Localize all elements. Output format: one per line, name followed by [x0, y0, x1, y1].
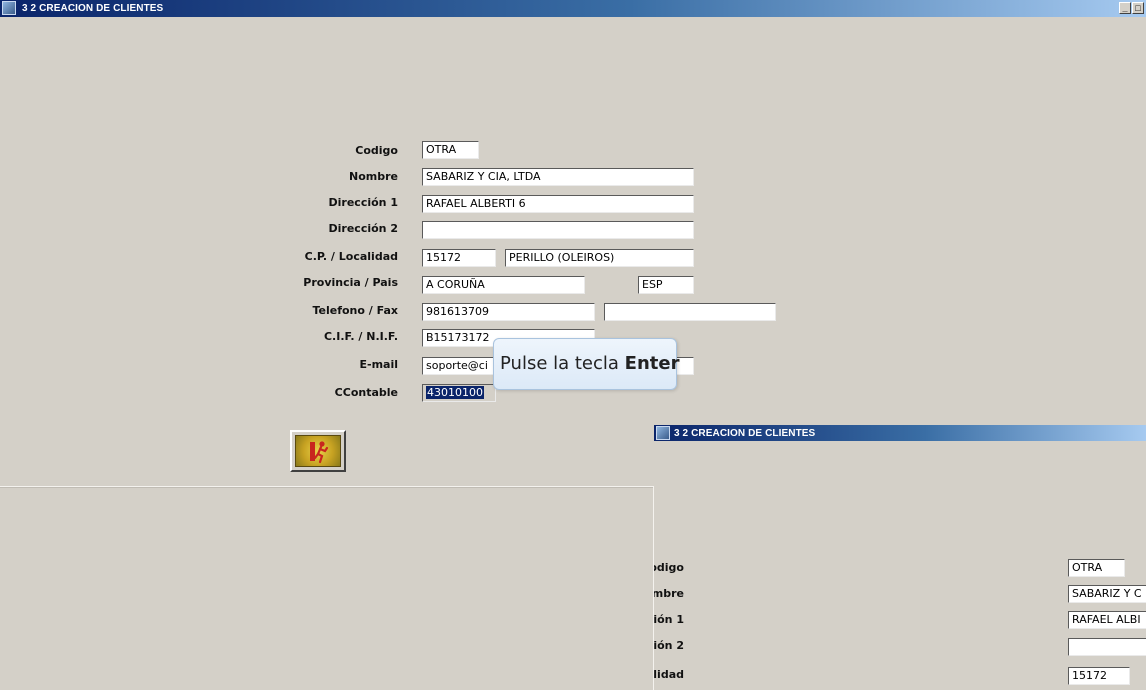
w2-cp-localidad-label: C.P. / Localidad — [654, 668, 684, 681]
exit-door-running-man-icon — [295, 435, 341, 467]
codigo-input[interactable]: OTRA — [422, 141, 479, 159]
direccion1-input[interactable]: RAFAEL ALBERTI 6 — [422, 195, 694, 213]
exit-button[interactable] — [290, 430, 346, 472]
w2-direccion2-input[interactable] — [1068, 638, 1146, 656]
nombre-input[interactable]: SABARIZ Y CIA, LTDA — [422, 168, 694, 186]
provincia-pais-label: Provincia / Pais — [303, 276, 398, 289]
w2-codigo-label: Codigo — [654, 561, 684, 574]
direccion1-label: Dirección 1 — [328, 196, 398, 209]
telefono-fax-label: Telefono / Fax — [312, 304, 398, 317]
cp-localidad-label: C.P. / Localidad — [304, 250, 398, 263]
w2-cp-input[interactable]: 15172 — [1068, 667, 1130, 685]
pane-divider-shadow — [0, 487, 654, 488]
tooltip-key: Enter — [624, 353, 680, 374]
app-window-icon[interactable] — [2, 1, 16, 15]
localidad-input[interactable]: PERILLO (OLEIROS) — [505, 249, 694, 267]
w2-codigo-input[interactable]: OTRA — [1068, 559, 1125, 577]
cif-label: C.I.F. / N.I.F. — [323, 330, 398, 343]
minimize-button[interactable]: _ — [1119, 2, 1131, 14]
secondary-window-title: 3 2 CREACION DE CLIENTES — [674, 428, 816, 439]
app-window-icon[interactable] — [656, 426, 670, 440]
fax-input[interactable] — [604, 303, 776, 321]
tooltip-text: Pulse la tecla — [500, 353, 625, 374]
w2-direccion2-label: Dirección 2 — [654, 639, 684, 652]
w2-nombre-label: Nombre — [654, 587, 684, 600]
w2-direccion1-input[interactable]: RAFAEL ALBI — [1068, 611, 1146, 629]
w2-direccion1-label: Dirección 1 — [654, 613, 684, 626]
window-title: 3 2 CREACION DE CLIENTES — [22, 3, 164, 14]
ccontable-input[interactable]: 43010100 — [422, 384, 496, 402]
ccontable-selected-text: 43010100 — [426, 386, 484, 399]
maximize-button[interactable]: □ — [1132, 2, 1144, 14]
ccontable-label: CContable — [334, 386, 398, 399]
window-controls: _ □ — [1118, 2, 1144, 14]
email-label: E-mail — [359, 358, 398, 371]
secondary-title-bar: 3 2 CREACION DE CLIENTES — [654, 425, 1146, 441]
telefono-input[interactable]: 981613709 — [422, 303, 595, 321]
codigo-label: Codigo — [355, 144, 398, 157]
w2-nombre-input[interactable]: SABARIZ Y C — [1068, 585, 1146, 603]
direccion2-label: Dirección 2 — [328, 222, 398, 235]
nombre-label: Nombre — [349, 170, 398, 183]
direccion2-input[interactable] — [422, 221, 694, 239]
secondary-window: 3 2 CREACION DE CLIENTES Codigo Nombre D… — [654, 425, 1146, 690]
pais-input[interactable]: ESP — [638, 276, 694, 294]
title-bar: 3 2 CREACION DE CLIENTES _ □ — [0, 0, 1146, 17]
cp-input[interactable]: 15172 — [422, 249, 496, 267]
provincia-input[interactable]: A CORUÑA — [422, 276, 585, 294]
enter-key-tooltip: Pulse la tecla Enter — [493, 338, 680, 390]
